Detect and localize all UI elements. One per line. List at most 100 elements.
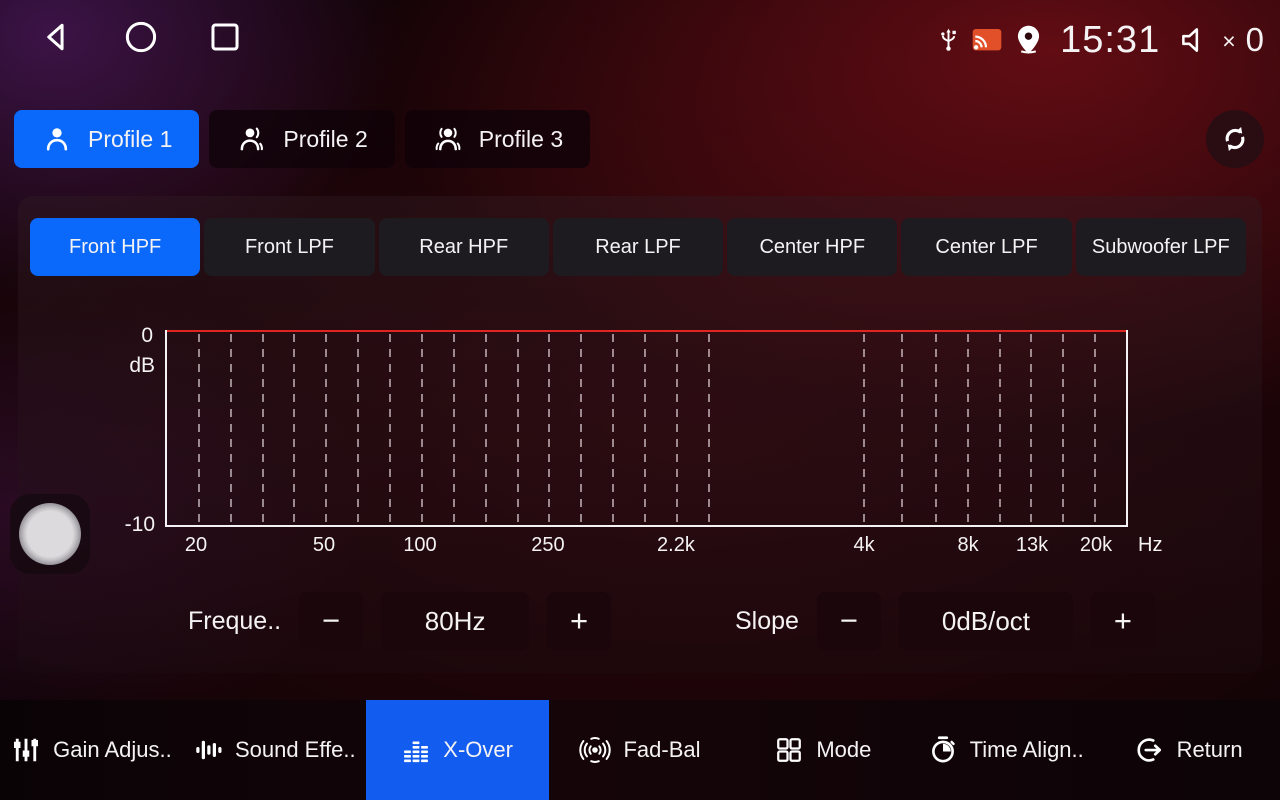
- gridline: [708, 334, 710, 525]
- filter-tabs: Front HPF Front LPF Rear HPF Rear LPF Ce…: [30, 218, 1246, 276]
- profile-label: Profile 2: [283, 126, 367, 153]
- android-nav-keys: [38, 18, 244, 56]
- gridline: [485, 334, 487, 525]
- y-tick-label: -10: [125, 513, 155, 537]
- gridline: [967, 334, 969, 525]
- back-icon[interactable]: [38, 18, 76, 56]
- gridline: [644, 334, 646, 525]
- frequency-response-chart: 0 dB -10 20501002502.2k4k8k13k20k Hz: [165, 330, 1128, 527]
- tab-label: Rear LPF: [595, 236, 681, 259]
- stopwatch-icon: [928, 735, 958, 765]
- x-tick-label: 20: [185, 534, 207, 557]
- refresh-button[interactable]: [1206, 110, 1264, 168]
- gridline: [1062, 334, 1064, 525]
- chart-gridlines: [167, 334, 1126, 525]
- tab-rear-hpf[interactable]: Rear HPF: [379, 218, 549, 276]
- tab-rear-lpf[interactable]: Rear LPF: [553, 218, 723, 276]
- x-tick-label: 8k: [957, 534, 978, 557]
- gridline: [389, 334, 391, 525]
- nav-gain-adjust[interactable]: Gain Adjus..: [0, 700, 183, 800]
- nav-label: X-Over: [443, 737, 513, 763]
- frequency-label: Freque..: [188, 607, 281, 636]
- equalizer-icon: [401, 735, 431, 765]
- nav-sound-effects[interactable]: Sound Effe..: [183, 700, 366, 800]
- profile-bar: Profile 1 Profile 2 Profile 3: [14, 110, 590, 168]
- gridline: [517, 334, 519, 525]
- tab-center-hpf[interactable]: Center HPF: [727, 218, 897, 276]
- gain-mixer-icon: [11, 735, 41, 765]
- nav-label: Time Align..: [970, 737, 1084, 763]
- return-arrow-icon: [1135, 735, 1165, 765]
- y-tick-label: 0: [141, 324, 153, 348]
- tab-label: Front LPF: [245, 236, 334, 259]
- tab-label: Rear HPF: [419, 236, 508, 259]
- status-bar: 15:31 × 0: [0, 0, 1280, 80]
- plot-area[interactable]: [165, 330, 1128, 527]
- nav-fad-bal[interactable]: Fad-Bal: [549, 700, 732, 800]
- tab-front-lpf[interactable]: Front LPF: [204, 218, 374, 276]
- tab-front-hpf[interactable]: Front HPF: [30, 218, 200, 276]
- nav-label: Mode: [816, 737, 871, 763]
- sync-icon: [1219, 123, 1251, 155]
- chart-x-labels: 20501002502.2k4k8k13k20k: [165, 527, 1128, 559]
- x-tick-label: 50: [313, 534, 335, 557]
- x-tick-label: 20k: [1080, 534, 1112, 557]
- x-tick-label: 100: [403, 534, 436, 557]
- home-icon[interactable]: [122, 18, 160, 56]
- floating-knob-button[interactable]: [10, 494, 90, 574]
- x-tick-label: 4k: [853, 534, 874, 557]
- tab-center-lpf[interactable]: Center LPF: [901, 218, 1071, 276]
- x-tick-label: 250: [531, 534, 564, 557]
- gridline: [453, 334, 455, 525]
- cast-icon: [971, 27, 1003, 53]
- gridline: [293, 334, 295, 525]
- slope-value: 0dB/oct: [899, 592, 1073, 650]
- response-line: [167, 330, 1126, 332]
- nav-label: Fad-Bal: [623, 737, 700, 763]
- gridline: [1030, 334, 1032, 525]
- nav-time-align[interactable]: Time Align..: [914, 700, 1097, 800]
- profile-1-button[interactable]: Profile 1: [14, 110, 199, 168]
- tab-label: Subwoofer LPF: [1092, 236, 1230, 259]
- recents-icon[interactable]: [206, 18, 244, 56]
- tab-label: Front HPF: [69, 236, 161, 259]
- status-icons: 15:31 × 0: [935, 12, 1264, 68]
- slope-control: Slope − 0dB/oct +: [735, 592, 1155, 650]
- gridline: [357, 334, 359, 525]
- usb-icon: [935, 19, 962, 61]
- gridline: [580, 334, 582, 525]
- tab-label: Center HPF: [759, 236, 865, 259]
- profile-3-button[interactable]: Profile 3: [405, 110, 590, 168]
- slope-label: Slope: [735, 607, 799, 636]
- x-axis-unit: Hz: [1138, 534, 1162, 557]
- slope-minus-button[interactable]: −: [817, 592, 881, 650]
- gridline: [863, 334, 865, 525]
- user-waves-icon: [432, 123, 464, 155]
- frequency-plus-button[interactable]: +: [547, 592, 611, 650]
- gridline: [1094, 334, 1096, 525]
- gridline: [999, 334, 1001, 525]
- slope-plus-button[interactable]: +: [1091, 592, 1155, 650]
- x-tick-label: 13k: [1016, 534, 1048, 557]
- nav-return[interactable]: Return: [1097, 700, 1280, 800]
- gridline: [325, 334, 327, 525]
- tab-subwoofer-lpf[interactable]: Subwoofer LPF: [1076, 218, 1246, 276]
- profile-2-button[interactable]: Profile 2: [209, 110, 394, 168]
- frequency-minus-button[interactable]: −: [299, 592, 363, 650]
- nav-label: Sound Effe..: [235, 737, 356, 763]
- gridline: [935, 334, 937, 525]
- volume-mute-symbol: ×: [1222, 28, 1235, 55]
- volume-level: 0: [1246, 21, 1264, 59]
- volume-muted-icon[interactable]: [1177, 23, 1211, 57]
- gridline: [198, 334, 200, 525]
- bottom-nav: Gain Adjus.. Sound Effe.. X-Over: [0, 700, 1280, 800]
- profile-label: Profile 3: [479, 126, 563, 153]
- user-icon: [41, 123, 73, 155]
- nav-mode[interactable]: Mode: [731, 700, 914, 800]
- location-icon: [1012, 20, 1045, 60]
- clock: 15:31: [1060, 19, 1160, 62]
- user-wave-icon: [236, 123, 268, 155]
- knob-circle-icon: [19, 503, 81, 565]
- gridline: [230, 334, 232, 525]
- nav-xover[interactable]: X-Over: [366, 700, 549, 800]
